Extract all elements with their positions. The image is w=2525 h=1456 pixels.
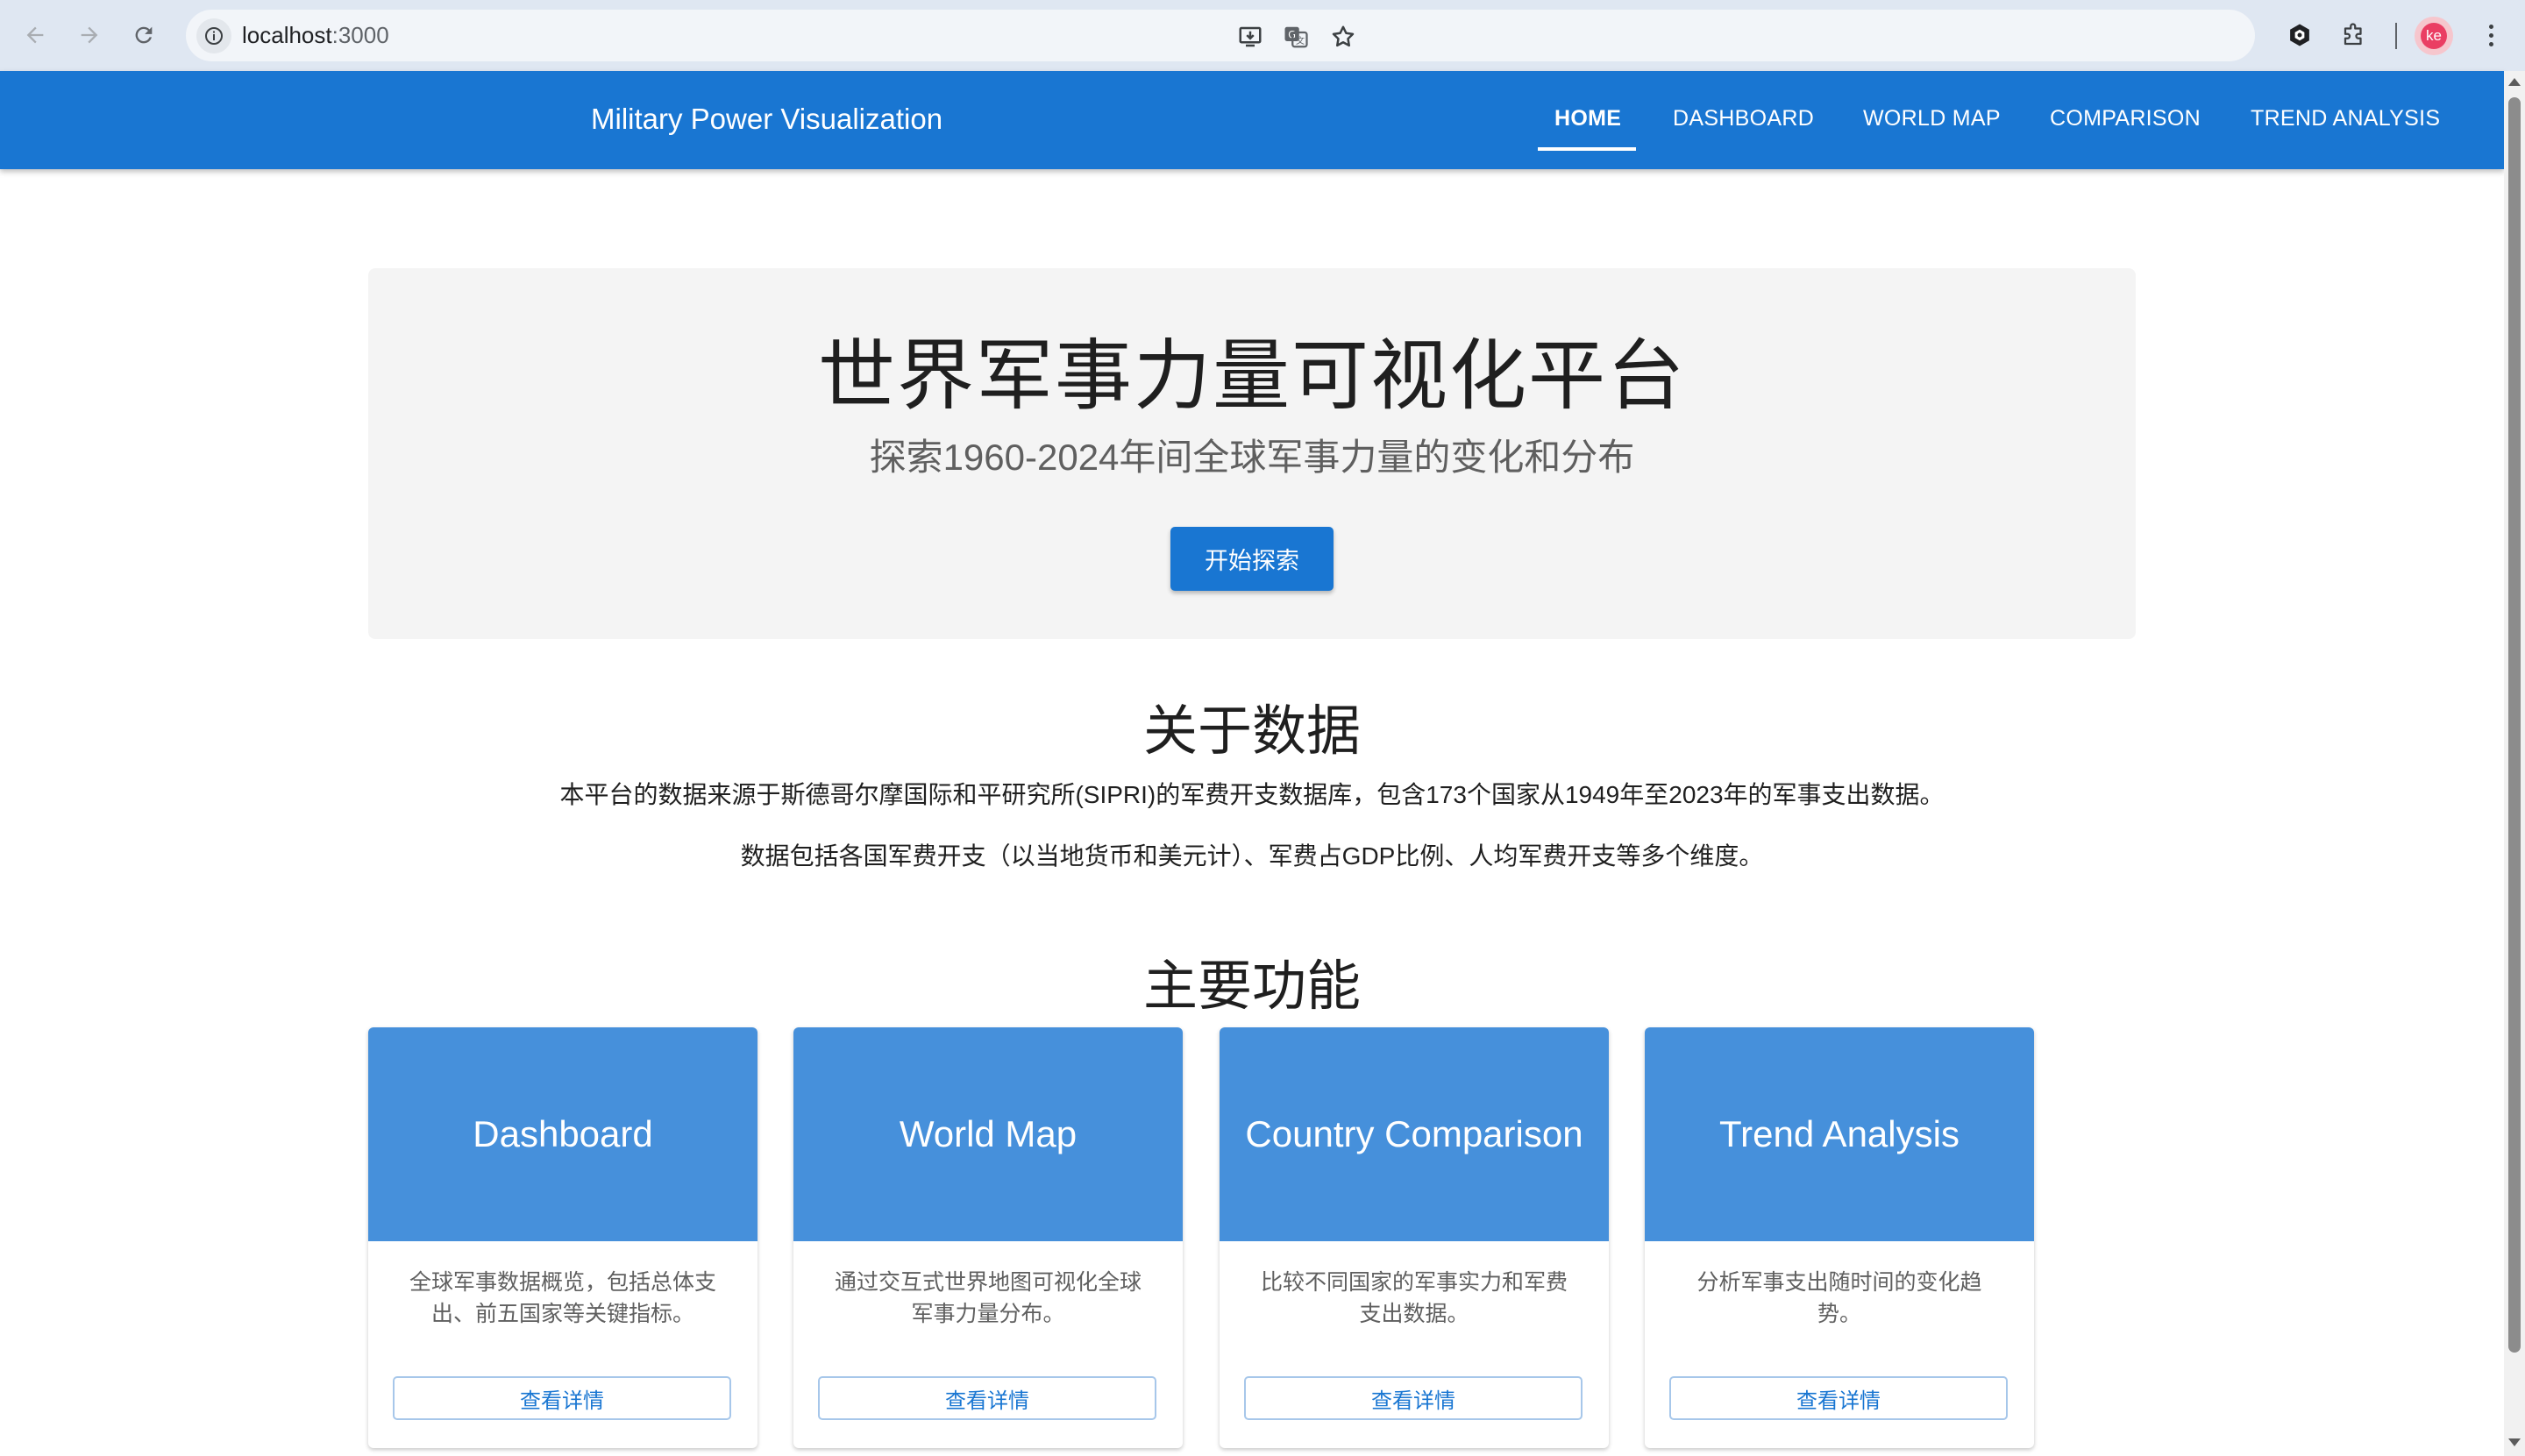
- toolbar-separator: [2395, 23, 2397, 49]
- about-data-text-1: 本平台的数据来源于斯德哥尔摩国际和平研究所(SIPRI)的军费开支数据库，包含1…: [559, 781, 1945, 808]
- about-data-text-2: 数据包括各国军费开支（以当地货币和美元计）、军费占GDP比例、人均军费开支等多个…: [740, 842, 1764, 870]
- site-info-icon[interactable]: [196, 18, 231, 53]
- card-title: Trend Analysis: [1645, 1027, 2034, 1241]
- view-details-button[interactable]: 查看详情: [393, 1376, 731, 1420]
- browser-toolbar: localhost:3000 G文 ke: [0, 0, 2525, 71]
- scroll-down-arrow-icon[interactable]: [2508, 1438, 2521, 1446]
- app-title[interactable]: Military Power Visualization: [591, 103, 942, 136]
- start-explore-button[interactable]: 开始探索: [1170, 527, 1334, 591]
- about-data-heading: 关于数据: [1142, 701, 1361, 762]
- install-app-icon[interactable]: [1236, 23, 1264, 51]
- hero-banner: 世界军事力量可视化平台 探索1960-2024年间全球军事力量的变化和分布 开始…: [368, 268, 2136, 639]
- menu-icon[interactable]: [2478, 18, 2504, 53]
- nav-trend-analysis[interactable]: TREND ANALYSIS: [2251, 106, 2440, 131]
- bookmark-star-icon[interactable]: [1329, 23, 1357, 51]
- app-header: Military Power Visualization HOME DASHBO…: [0, 71, 2504, 169]
- active-tab-indicator: [1538, 147, 1636, 151]
- view-details-button[interactable]: 查看详情: [1244, 1376, 1583, 1420]
- nav-home[interactable]: HOME: [1554, 106, 1621, 131]
- page-scrollbar[interactable]: [2504, 71, 2525, 1456]
- hero-title: 世界军事力量可视化平台: [817, 332, 1686, 419]
- card-description: 比较不同国家的军事实力和军费支出数据。: [1260, 1270, 1568, 1326]
- features-heading: 主要功能: [1142, 956, 1361, 1017]
- card-description: 全球军事数据概览，包括总体支出、前五国家等关键指标。: [409, 1270, 716, 1326]
- address-bar[interactable]: localhost:3000 G文: [186, 10, 2255, 61]
- avatar-initials: ke: [2421, 23, 2447, 49]
- profile-avatar[interactable]: ke: [2415, 17, 2453, 55]
- puzzle-icon[interactable]: [2337, 18, 2371, 52]
- extension-icon[interactable]: [2283, 18, 2316, 52]
- card-description: 分析军事支出随时间的变化趋势。: [1696, 1270, 1982, 1326]
- scrollbar-thumb[interactable]: [2508, 97, 2521, 1353]
- card-description: 通过交互式世界地图可视化全球军事力量分布。: [834, 1270, 1142, 1326]
- back-icon[interactable]: [19, 19, 51, 51]
- feature-card-trend-analysis: Trend Analysis 分析军事支出随时间的变化趋势。 查看详情: [1645, 1027, 2034, 1448]
- svg-text:文: 文: [1296, 35, 1305, 46]
- card-title: Country Comparison: [1220, 1027, 1609, 1241]
- feature-card-dashboard: Dashboard 全球军事数据概览，包括总体支出、前五国家等关键指标。 查看详…: [368, 1027, 758, 1448]
- translate-icon[interactable]: G文: [1282, 23, 1310, 51]
- nav-comparison[interactable]: COMPARISON: [2050, 106, 2201, 131]
- feature-card-country-comparison: Country Comparison 比较不同国家的军事实力和军费支出数据。 查…: [1220, 1027, 1609, 1448]
- url-text: localhost:3000: [242, 22, 389, 48]
- card-title: World Map: [793, 1027, 1183, 1241]
- card-title: Dashboard: [368, 1027, 758, 1241]
- view-details-button[interactable]: 查看详情: [818, 1376, 1156, 1420]
- nav-dashboard[interactable]: DASHBOARD: [1673, 106, 1814, 131]
- view-details-button[interactable]: 查看详情: [1669, 1376, 2008, 1420]
- scroll-up-arrow-icon[interactable]: [2508, 78, 2521, 86]
- forward-icon[interactable]: [74, 19, 105, 51]
- reload-icon[interactable]: [128, 19, 160, 51]
- nav-world-map[interactable]: WORLD MAP: [1863, 106, 2001, 131]
- feature-card-world-map: World Map 通过交互式世界地图可视化全球军事力量分布。 查看详情: [793, 1027, 1183, 1448]
- hero-subtitle: 探索1960-2024年间全球军事力量的变化和分布: [869, 437, 1635, 478]
